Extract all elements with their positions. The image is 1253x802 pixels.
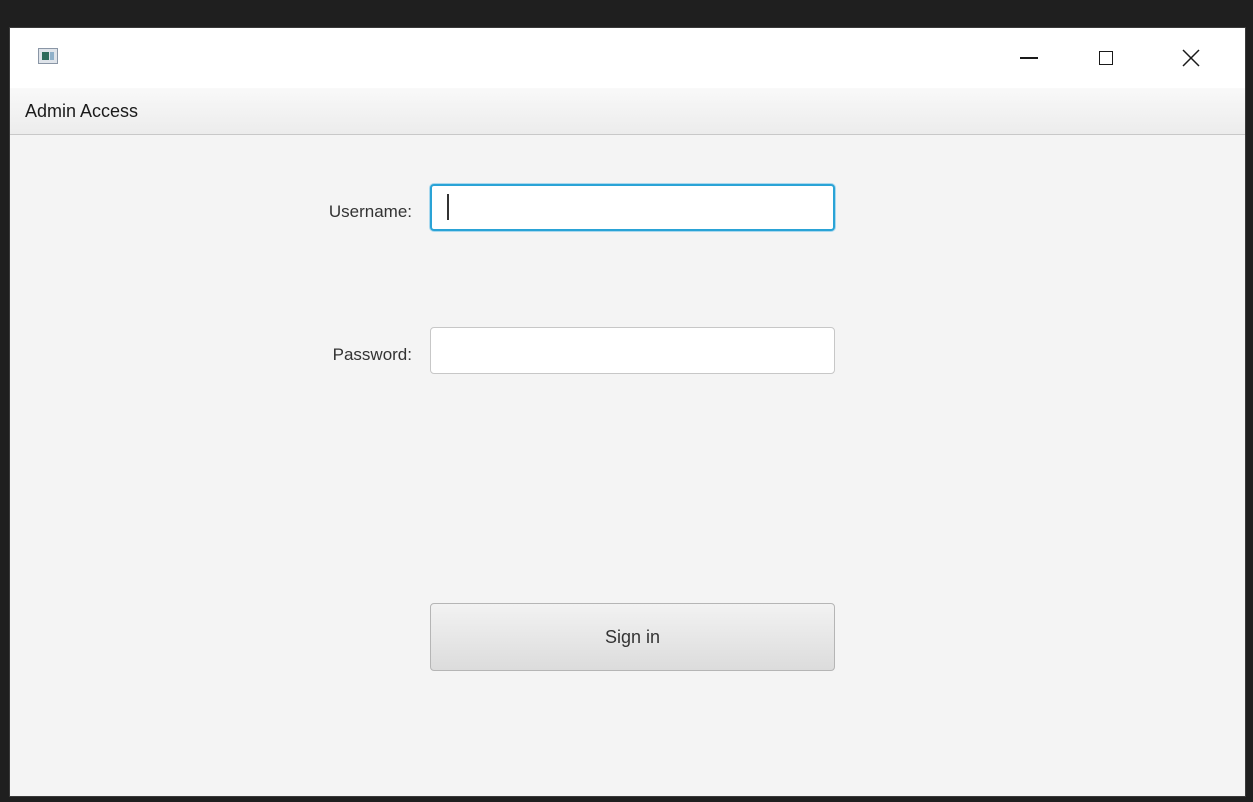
- menu-admin-access[interactable]: Admin Access: [25, 88, 138, 135]
- app-window: Admin Access Username: Password: Sign in: [9, 27, 1246, 797]
- text-caret: [447, 194, 449, 220]
- password-field[interactable]: [430, 327, 835, 374]
- maximize-button[interactable]: [1083, 28, 1129, 88]
- maximize-icon: [1099, 51, 1113, 65]
- minimize-icon: [1020, 57, 1038, 59]
- username-label: Username:: [328, 202, 412, 221]
- password-label: Password:: [332, 345, 412, 364]
- menu-bar: Admin Access: [10, 88, 1245, 135]
- app-icon: [38, 48, 58, 64]
- sign-in-button[interactable]: Sign in: [430, 603, 835, 671]
- minimize-button[interactable]: [1006, 28, 1052, 88]
- close-button[interactable]: [1168, 28, 1214, 88]
- close-icon: [1182, 49, 1200, 67]
- username-field[interactable]: [430, 184, 835, 231]
- title-bar[interactable]: [10, 28, 1245, 88]
